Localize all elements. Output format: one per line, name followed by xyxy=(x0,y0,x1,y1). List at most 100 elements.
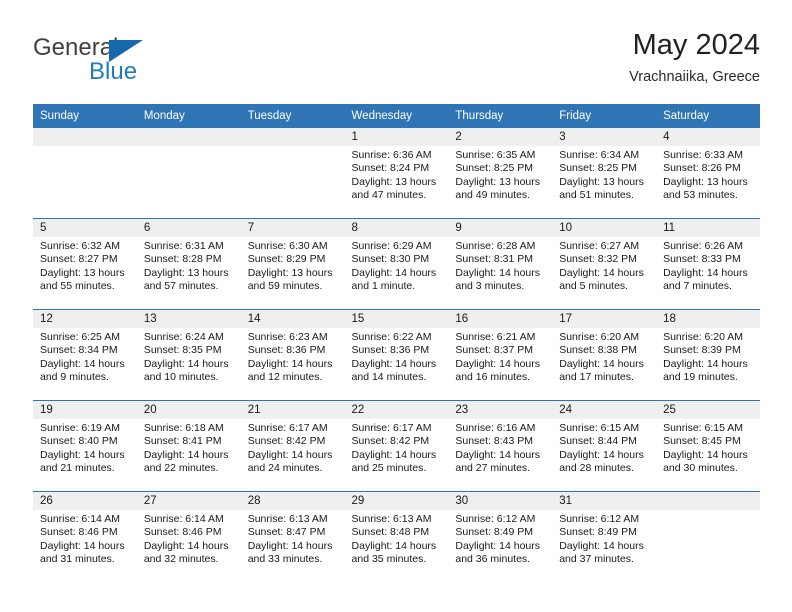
calendar-day-cell[interactable]: 3 Sunrise: 6:34 AM Sunset: 8:25 PM Daylight… xyxy=(552,128,657,219)
calendar-cell-inner: 9 Sunrise: 6:28 AM Sunset: 8:31 PM Daylight… xyxy=(448,219,553,309)
calendar-day-cell[interactable]: 31 Sunrise: 6:12 AM Sunset: 8:49 PM Dayligh… xyxy=(552,491,657,582)
sunrise-text: Sunrise: 6:16 AM xyxy=(455,422,536,434)
sunset-text: Sunset: 8:28 PM xyxy=(143,253,222,266)
calendar-day-cell[interactable]: 26 Sunrise: 6:14 AM Sunset: 8:46 PM Dayligh… xyxy=(33,491,137,582)
calendar-day-cell[interactable]: 21 Sunrise: 6:17 AM Sunset: 8:42 PM Dayligh… xyxy=(240,400,345,492)
calendar-day-cell[interactable]: 28 Sunrise: 6:13 AM Sunset: 8:47 PM Dayligh… xyxy=(240,491,345,582)
day-details: Sunrise: 6:21 AM Sunset: 8:37 PM Daylight:… xyxy=(448,328,552,385)
calendar-day-cell[interactable]: 7 Sunrise: 6:30 AM Sunset: 8:29 PM Daylight… xyxy=(240,218,345,310)
sunset-text: Sunset: 8:36 PM xyxy=(351,344,430,357)
calendar-cell-inner: 19 Sunrise: 6:19 AM Sunset: 8:40 PM Dayligh… xyxy=(33,401,137,491)
sunrise-text: Sunrise: 6:28 AM xyxy=(455,240,536,252)
sunrise-text: Sunrise: 6:34 AM xyxy=(559,149,640,161)
calendar-cell-inner: 5 Sunrise: 6:32 AM Sunset: 8:27 PM Daylight… xyxy=(33,219,137,309)
calendar-day-cell[interactable]: 30 Sunrise: 6:12 AM Sunset: 8:49 PM Dayligh… xyxy=(448,491,553,582)
daylight-text-line1: Daylight: 14 hours xyxy=(143,357,229,370)
calendar-day-cell[interactable]: 6 Sunrise: 6:31 AM Sunset: 8:28 PM Daylight… xyxy=(136,218,241,310)
calendar-day-cell[interactable]: 14 Sunrise: 6:23 AM Sunset: 8:36 PM Dayligh… xyxy=(240,309,345,401)
calendar-day-cell[interactable]: 4 Sunrise: 6:33 AM Sunset: 8:26 PM Daylight… xyxy=(656,128,760,219)
calendar-day-cell[interactable]: 25 Sunrise: 6:15 AM Sunset: 8:45 PM Dayligh… xyxy=(656,400,760,492)
day-number: 3 xyxy=(552,128,657,146)
sunrise-text: Sunrise: 6:24 AM xyxy=(143,331,224,343)
weekday-header-wednesday: Wednesday xyxy=(344,104,449,128)
sunset-text: Sunset: 8:49 PM xyxy=(559,526,637,539)
daylight-text-line2: and 21 minutes. xyxy=(40,462,115,475)
daylight-text-line2: and 47 minutes. xyxy=(351,189,427,202)
calendar-day-cell[interactable]: 20 Sunrise: 6:18 AM Sunset: 8:41 PM Dayligh… xyxy=(136,400,241,492)
daylight-text-line1: Daylight: 14 hours xyxy=(351,539,437,552)
calendar-day-cell[interactable]: 1 Sunrise: 6:36 AM Sunset: 8:24 PM Daylight… xyxy=(344,128,449,219)
sunset-text: Sunset: 8:25 PM xyxy=(455,162,534,175)
calendar-day-cell[interactable]: 8 Sunrise: 6:29 AM Sunset: 8:30 PM Daylight… xyxy=(344,218,449,310)
day-number: 30 xyxy=(448,492,553,510)
sunrise-text: Sunrise: 6:30 AM xyxy=(247,240,328,252)
sunrise-text: Sunrise: 6:26 AM xyxy=(663,240,744,252)
calendar-body: 1 Sunrise: 6:36 AM Sunset: 8:24 PM Daylight… xyxy=(33,128,760,582)
sunset-text: Sunset: 8:43 PM xyxy=(455,435,534,448)
day-details: Sunrise: 6:35 AM Sunset: 8:25 PM Daylight:… xyxy=(448,146,552,203)
calendar-day-cell[interactable]: 9 Sunrise: 6:28 AM Sunset: 8:31 PM Daylight… xyxy=(448,218,553,310)
sunset-text: Sunset: 8:38 PM xyxy=(559,344,637,357)
sunrise-text: Sunrise: 6:33 AM xyxy=(663,149,744,161)
day-details: Sunrise: 6:17 AM Sunset: 8:42 PM Daylight:… xyxy=(241,419,345,476)
daylight-text-line1: Daylight: 14 hours xyxy=(455,539,541,552)
calendar-day-cell[interactable]: 18 Sunrise: 6:20 AM Sunset: 8:39 PM Dayligh… xyxy=(656,309,760,401)
calendar-day-cell[interactable]: 29 Sunrise: 6:13 AM Sunset: 8:48 PM Dayligh… xyxy=(344,491,449,582)
calendar-cell-inner: 16 Sunrise: 6:21 AM Sunset: 8:37 PM Dayligh… xyxy=(448,310,553,400)
day-details: Sunrise: 6:20 AM Sunset: 8:39 PM Daylight:… xyxy=(656,328,760,385)
calendar-day-cell[interactable]: 24 Sunrise: 6:15 AM Sunset: 8:44 PM Dayligh… xyxy=(552,400,657,492)
daylight-text-line1: Daylight: 13 hours xyxy=(455,175,541,188)
daylight-text-line1: Daylight: 14 hours xyxy=(455,357,541,370)
calendar-cell-inner: 4 Sunrise: 6:33 AM Sunset: 8:26 PM Daylight… xyxy=(656,128,760,218)
daylight-text-line1: Daylight: 14 hours xyxy=(455,448,541,461)
sunset-text: Sunset: 8:29 PM xyxy=(247,253,326,266)
calendar-day-cell[interactable]: 12 Sunrise: 6:25 AM Sunset: 8:34 PM Dayligh… xyxy=(33,309,137,401)
calendar-cell-empty xyxy=(136,128,241,219)
daylight-text-line2: and 32 minutes. xyxy=(143,553,219,566)
daylight-text-line1: Daylight: 13 hours xyxy=(559,175,644,188)
daylight-text-line2: and 51 minutes. xyxy=(559,189,634,202)
day-details: Sunrise: 6:26 AM Sunset: 8:33 PM Daylight:… xyxy=(656,237,760,294)
calendar-day-cell[interactable]: 19 Sunrise: 6:19 AM Sunset: 8:40 PM Dayligh… xyxy=(33,400,137,492)
daylight-text-line2: and 55 minutes. xyxy=(40,280,115,293)
sunset-text: Sunset: 8:25 PM xyxy=(559,162,637,175)
sunset-text: Sunset: 8:39 PM xyxy=(663,344,741,357)
calendar-cell-inner: 11 Sunrise: 6:26 AM Sunset: 8:33 PM Dayligh… xyxy=(656,219,760,309)
calendar-cell-inner: 12 Sunrise: 6:25 AM Sunset: 8:34 PM Dayligh… xyxy=(33,310,137,400)
daylight-text-line2: and 3 minutes. xyxy=(455,280,525,293)
calendar-day-cell[interactable]: 10 Sunrise: 6:27 AM Sunset: 8:32 PM Dayligh… xyxy=(552,218,657,310)
sunset-text: Sunset: 8:26 PM xyxy=(663,162,741,175)
day-number: 16 xyxy=(448,310,553,328)
calendar-day-cell[interactable]: 15 Sunrise: 6:22 AM Sunset: 8:36 PM Dayligh… xyxy=(344,309,449,401)
calendar-day-cell[interactable]: 16 Sunrise: 6:21 AM Sunset: 8:37 PM Dayligh… xyxy=(448,309,553,401)
sunset-text: Sunset: 8:33 PM xyxy=(663,253,741,266)
daylight-text-line2: and 17 minutes. xyxy=(559,371,634,384)
daylight-text-line1: Daylight: 14 hours xyxy=(247,539,333,552)
calendar-day-cell[interactable]: 22 Sunrise: 6:17 AM Sunset: 8:42 PM Dayligh… xyxy=(344,400,449,492)
calendar-day-cell[interactable]: 27 Sunrise: 6:14 AM Sunset: 8:46 PM Dayligh… xyxy=(136,491,241,582)
day-number-band-empty xyxy=(33,128,137,146)
calendar-cell-inner: 7 Sunrise: 6:30 AM Sunset: 8:29 PM Daylight… xyxy=(240,219,345,309)
calendar-day-cell[interactable]: 2 Sunrise: 6:35 AM Sunset: 8:25 PM Daylight… xyxy=(448,128,553,219)
day-number: 10 xyxy=(552,219,657,237)
calendar-day-cell[interactable]: 23 Sunrise: 6:16 AM Sunset: 8:43 PM Dayligh… xyxy=(448,400,553,492)
sunrise-text: Sunrise: 6:36 AM xyxy=(351,149,432,161)
day-number: 12 xyxy=(33,310,137,328)
calendar-week-row: 1 Sunrise: 6:36 AM Sunset: 8:24 PM Daylight… xyxy=(33,128,760,219)
day-number: 15 xyxy=(344,310,449,328)
daylight-text-line2: and 33 minutes. xyxy=(247,553,323,566)
page-title: May 2024 xyxy=(632,29,760,61)
sunrise-text: Sunrise: 6:17 AM xyxy=(351,422,432,434)
daylight-text-line1: Daylight: 14 hours xyxy=(559,357,644,370)
calendar-cell-inner xyxy=(240,128,345,218)
calendar-day-cell[interactable]: 17 Sunrise: 6:20 AM Sunset: 8:38 PM Dayligh… xyxy=(552,309,657,401)
calendar-day-cell[interactable]: 13 Sunrise: 6:24 AM Sunset: 8:35 PM Dayligh… xyxy=(136,309,241,401)
day-details: Sunrise: 6:18 AM Sunset: 8:41 PM Daylight:… xyxy=(137,419,241,476)
calendar-day-cell[interactable]: 5 Sunrise: 6:32 AM Sunset: 8:27 PM Daylight… xyxy=(33,218,137,310)
day-details: Sunrise: 6:12 AM Sunset: 8:49 PM Daylight:… xyxy=(552,510,656,567)
daylight-text-line2: and 53 minutes. xyxy=(663,189,738,202)
day-details: Sunrise: 6:15 AM Sunset: 8:45 PM Daylight:… xyxy=(656,419,760,476)
sunrise-text: Sunrise: 6:32 AM xyxy=(40,240,120,252)
calendar-day-cell[interactable]: 11 Sunrise: 6:26 AM Sunset: 8:33 PM Dayligh… xyxy=(656,218,760,310)
daylight-text-line1: Daylight: 14 hours xyxy=(40,539,125,552)
